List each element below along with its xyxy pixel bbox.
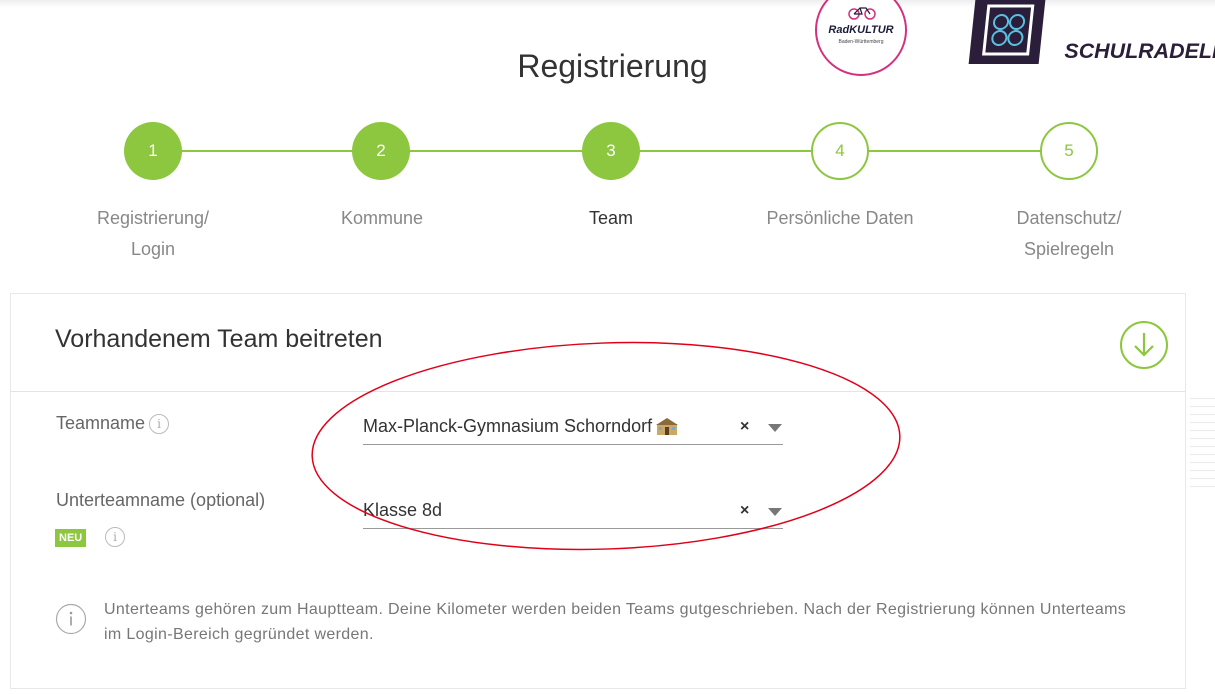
- step-connector: [638, 150, 813, 152]
- step-5-circle: 5: [1040, 122, 1098, 180]
- step-3-label: Team: [588, 208, 633, 228]
- step-1-label: Registrierung/ Login: [96, 208, 210, 259]
- info-icon[interactable]: i: [149, 414, 170, 435]
- step-3-circle[interactable]: 3: [582, 122, 640, 180]
- info-icon[interactable]: i: [105, 527, 125, 547]
- step-4-circle: 4: [811, 122, 869, 180]
- step-4-label: Persönliche Daten: [766, 208, 914, 228]
- teamname-value-text: Max-Planck-Gymnasium Schorndorf: [363, 416, 653, 436]
- teamname-select[interactable]: Max-Planck-Gymnasium Schorndorf ×: [363, 410, 783, 445]
- teamname-clear-button[interactable]: ×: [740, 418, 749, 436]
- arrow-down-circle-icon[interactable]: [1119, 320, 1169, 370]
- subteam-clear-button[interactable]: ×: [740, 502, 749, 520]
- page-title: Registrierung: [517, 48, 708, 84]
- teamname-value: Max-Planck-Gymnasium Schorndorf: [363, 416, 679, 437]
- step-connector: [867, 150, 1043, 152]
- subteam-value: Klasse 8d: [363, 500, 443, 520]
- edge-decoration: [1190, 398, 1215, 508]
- subteam-label: Unterteamname (optional): [56, 490, 266, 510]
- step-2-label: Kommune: [340, 208, 424, 228]
- teamname-label-text: Teamname: [56, 413, 146, 433]
- step-connector: [180, 150, 356, 152]
- step-5-label: Datenschutz/ Spielregeln: [1016, 208, 1122, 259]
- subteam-select[interactable]: Klasse 8d ×: [363, 494, 783, 529]
- subteam-hint: Unterteams gehören zum Hauptteam. Deine …: [104, 601, 1127, 643]
- bicycle-icon: [848, 7, 876, 20]
- chevron-down-icon[interactable]: [768, 424, 782, 432]
- school-building-icon: [656, 418, 679, 435]
- info-circle-icon: [55, 603, 87, 635]
- teamname-label: Teamname i: [56, 413, 170, 435]
- new-badge: NEU: [55, 529, 87, 547]
- radkultur-wordmark: RadKULTUR: [828, 24, 894, 36]
- card-title: Vorhandenem Team beitreten: [55, 325, 383, 353]
- chevron-down-icon[interactable]: [768, 508, 782, 516]
- card-header-divider: [10, 391, 1186, 392]
- step-2-circle[interactable]: 2: [352, 122, 410, 180]
- step-1-circle[interactable]: 1: [124, 122, 182, 180]
- step-connector: [408, 150, 585, 152]
- radkultur-subtitle: Baden-Württemberg: [838, 39, 884, 45]
